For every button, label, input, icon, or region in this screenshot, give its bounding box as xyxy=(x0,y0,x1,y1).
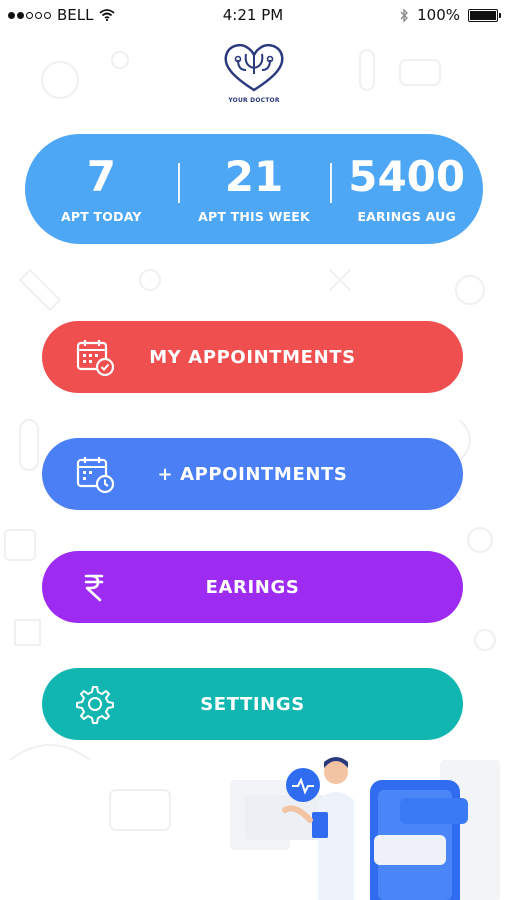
status-bar: BELL 4:21 PM 100% xyxy=(0,0,506,30)
settings-button[interactable]: SETTINGS xyxy=(42,668,463,740)
settings-label: SETTINGS xyxy=(200,693,305,715)
my-appointments-label: MY APPOINTMENTS xyxy=(149,346,356,368)
battery-percent: 100% xyxy=(417,6,460,24)
add-appointments-button[interactable]: + APPOINTMENTS xyxy=(42,438,463,510)
stats-card: 7 APT TODAY 21 APT THIS WEEK 5400 EARING… xyxy=(25,134,483,244)
stat-value: 7 xyxy=(86,151,116,201)
doctor-illustration xyxy=(230,757,500,900)
stat-earnings-aug: 5400 EARINGS AUG xyxy=(330,151,483,224)
bluetooth-icon xyxy=(400,7,409,23)
earnings-label: EARINGS xyxy=(205,576,300,598)
stat-apt-today: 7 APT TODAY xyxy=(25,151,178,224)
app-logo: YOUR DOCTOR xyxy=(222,40,286,104)
stat-value: 5400 xyxy=(348,151,466,201)
stat-label: APT TODAY xyxy=(61,208,142,224)
battery-icon xyxy=(468,8,501,22)
stat-label: EARINGS AUG xyxy=(357,208,456,224)
add-appointments-label: + APPOINTMENTS xyxy=(157,463,348,485)
stat-apt-this-week: 21 APT THIS WEEK xyxy=(177,151,331,224)
stat-value: 21 xyxy=(224,151,284,201)
stat-label: APT THIS WEEK xyxy=(198,208,310,224)
earnings-button[interactable]: EARINGS xyxy=(42,551,463,623)
status-right: 100% xyxy=(400,6,501,24)
logo-caption: YOUR DOCTOR xyxy=(228,97,280,104)
heart-stethoscope-logo-icon xyxy=(224,44,284,92)
my-appointments-button[interactable]: MY APPOINTMENTS xyxy=(42,321,463,393)
